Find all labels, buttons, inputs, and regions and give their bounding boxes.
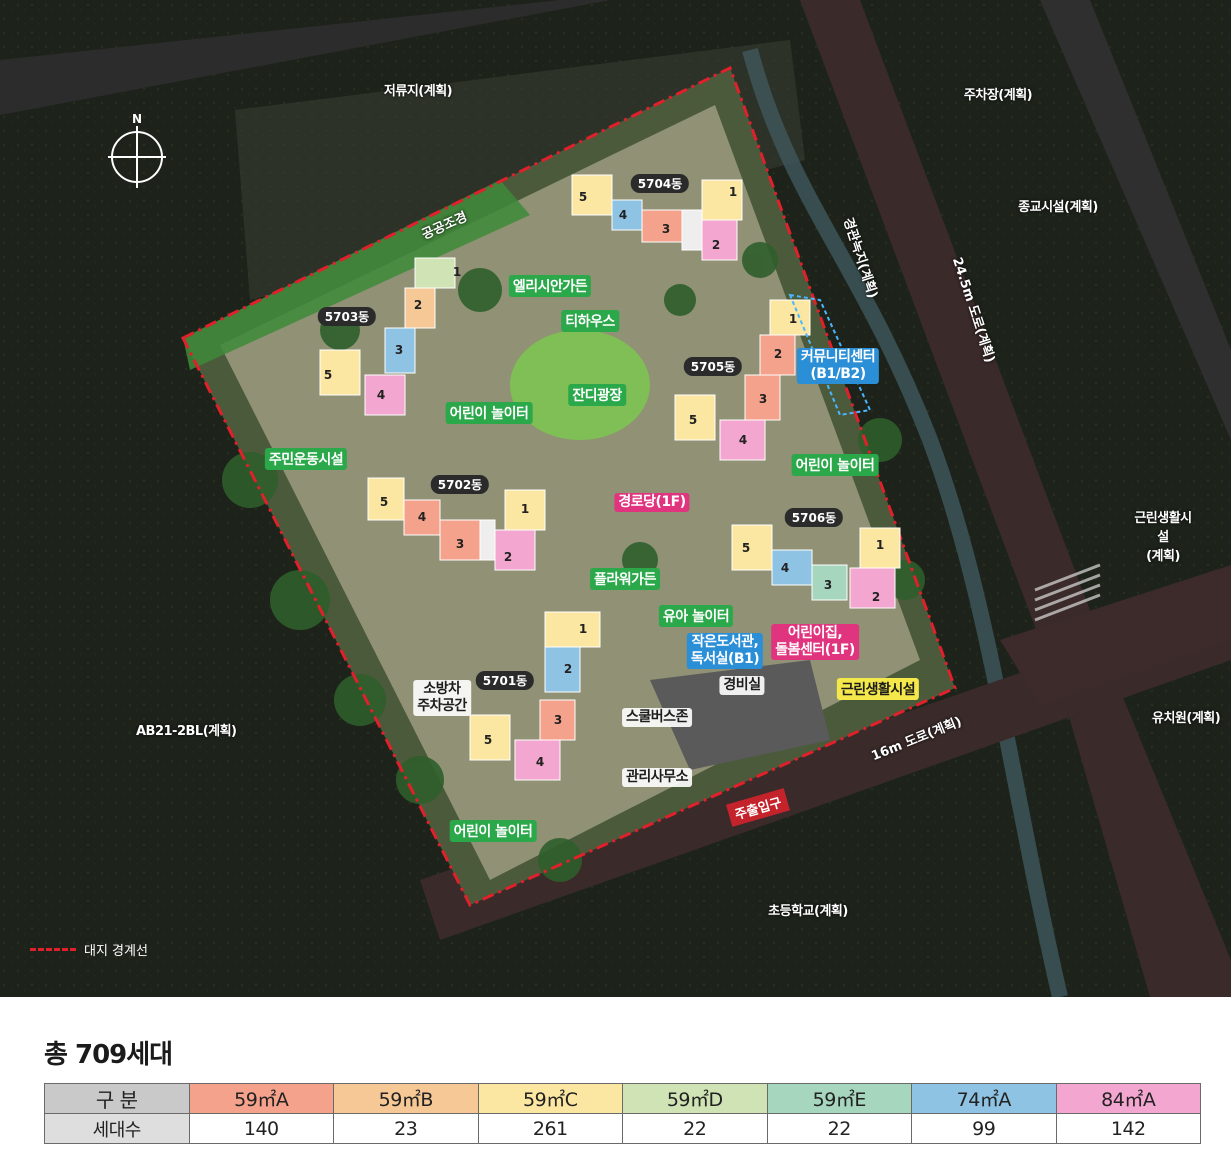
- unit-number: 1: [520, 502, 530, 516]
- site-map: N 저류지(계획) 주차장(계획) 종교시설(계획) 경관녹지(계획) 24.5…: [0, 0, 1231, 997]
- table-header-row: 구 분 59㎡A 59㎡B 59㎡C 59㎡D 59㎡E 74㎡A 84㎡A: [44, 1083, 1201, 1114]
- unit-number: 5: [323, 368, 333, 382]
- unit-number: 2: [711, 238, 721, 252]
- unit-number: 5: [578, 190, 588, 204]
- unit-type-table: 구 분 59㎡A 59㎡B 59㎡C 59㎡D 59㎡E 74㎡A 84㎡A 세…: [44, 1083, 1201, 1144]
- unit-number: 5: [741, 541, 751, 555]
- building-5701-label: 5701동: [475, 671, 535, 690]
- ab21-2bl-label: AB21-2BL(계획): [136, 724, 237, 739]
- parking-label: 주차장(계획): [963, 88, 1033, 103]
- compass-label: N: [132, 112, 142, 126]
- unit-type-74a: 74㎡A: [911, 1083, 1057, 1114]
- unit-type-59b: 59㎡B: [333, 1083, 479, 1114]
- unit-type-84a: 84㎡A: [1055, 1083, 1201, 1114]
- building-5702-label: 5702동: [430, 475, 490, 494]
- daycare-label: 어린이집, 돌봄센터(1F): [771, 624, 859, 660]
- playground-north-label: 어린이 놀이터: [445, 402, 533, 424]
- building-5703-label: 5703동: [317, 307, 377, 326]
- playground-east-label: 어린이 놀이터: [791, 454, 879, 476]
- unit-number: 3: [394, 343, 404, 357]
- table-count-row: 세대수 140 23 261 22 22 99 142: [44, 1113, 1201, 1144]
- boundary-legend-label: 대지 경계선: [84, 944, 148, 959]
- boundary-line-swatch: [30, 948, 76, 951]
- building-5705-label: 5705동: [683, 357, 743, 376]
- guard-room-label: 경비실: [719, 676, 765, 695]
- unit-number: 1: [578, 622, 588, 636]
- building-5704-label: 5704동: [630, 174, 690, 193]
- flower-garden-label: 플라워가든: [590, 568, 660, 590]
- unit-number: 3: [758, 392, 768, 406]
- count-59a: 140: [188, 1113, 334, 1144]
- elysian-garden-label: 엘리시안가든: [508, 275, 592, 297]
- unit-number: 1: [788, 312, 798, 326]
- kindergarten-label: 유치원(계획): [1152, 711, 1221, 726]
- senior-center-label: 경로당(1F): [614, 493, 690, 512]
- toddler-playground-label: 유아 놀이터: [658, 605, 734, 627]
- unit-number: 4: [780, 561, 790, 575]
- tea-house-label: 티하우스: [561, 310, 619, 332]
- unit-number: 2: [563, 662, 573, 676]
- unit-type-59d: 59㎡D: [622, 1083, 768, 1114]
- north-compass-icon: N: [108, 112, 166, 188]
- reservoir-label: 저류지(계획): [383, 84, 453, 99]
- unit-number: 1: [875, 538, 885, 552]
- unit-type-59a: 59㎡A: [188, 1083, 334, 1114]
- unit-number: 2: [413, 298, 423, 312]
- playground-south-label: 어린이 놀이터: [449, 820, 537, 842]
- fire-truck-parking-label: 소방차 주차공간: [413, 680, 471, 716]
- count-59d: 22: [622, 1113, 768, 1144]
- religious-facility-label: 종교시설(계획): [1018, 200, 1098, 215]
- unit-number: 1: [452, 265, 462, 279]
- school-bus-zone-label: 스쿨버스존: [622, 708, 692, 727]
- unit-number: 5: [483, 733, 493, 747]
- unit-number: 4: [376, 388, 386, 402]
- count-59b: 23: [333, 1113, 479, 1144]
- unit-number: 4: [618, 208, 628, 222]
- unit-number: 5: [688, 413, 698, 427]
- elementary-school-label: 초등학교(계획): [768, 904, 848, 919]
- lawn-plaza-label: 잔디광장: [568, 384, 626, 406]
- table-header-label: 구 분: [44, 1083, 190, 1114]
- count-59c: 261: [477, 1113, 623, 1144]
- total-households-title: 총 709세대: [44, 1040, 173, 1070]
- count-59e: 22: [766, 1113, 912, 1144]
- unit-type-59e: 59㎡E: [766, 1083, 912, 1114]
- unit-type-59c: 59㎡C: [477, 1083, 623, 1114]
- management-office-label: 관리사무소: [622, 768, 692, 787]
- count-84a: 142: [1055, 1113, 1201, 1144]
- unit-number: 3: [553, 713, 563, 727]
- building-5706-label: 5706동: [784, 508, 844, 527]
- unit-number: 3: [455, 537, 465, 551]
- resident-sports-label: 주민운동시설: [264, 448, 348, 470]
- unit-number: 1: [728, 185, 738, 199]
- unit-number: 2: [871, 590, 881, 604]
- table-row-label: 세대수: [44, 1113, 190, 1144]
- unit-number: 3: [823, 578, 833, 592]
- map-legend: 대지 경계선: [30, 940, 148, 959]
- unit-number: 4: [738, 433, 748, 447]
- small-library-label: 작은도서관, 독서실(B1): [686, 633, 764, 669]
- unit-number: 4: [417, 510, 427, 524]
- count-74a: 99: [911, 1113, 1057, 1144]
- unit-number: 2: [503, 550, 513, 564]
- unit-number: 2: [773, 347, 783, 361]
- community-center-label: 커뮤니티센터 (B1/B2): [796, 348, 880, 384]
- unit-number: 3: [661, 222, 671, 236]
- neighborhood-facility-label: 근린생활시설: [836, 678, 920, 700]
- unit-number: 5: [379, 495, 389, 509]
- unit-number: 4: [535, 755, 545, 769]
- neighborhood-retail-planned-label: 근린생활시설 (계획): [1134, 511, 1192, 564]
